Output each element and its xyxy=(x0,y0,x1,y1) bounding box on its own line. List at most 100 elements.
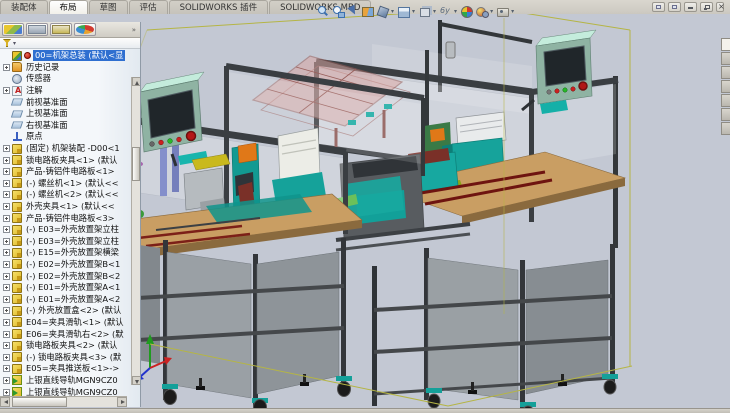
tree-row[interactable]: (-) 螺丝机<2> (默认<< xyxy=(0,189,140,201)
scroll-left-arrow[interactable] xyxy=(0,397,10,407)
featuremanager-tree-tab[interactable] xyxy=(2,23,24,36)
tree-row[interactable]: 00=机架总装 (默认<显 xyxy=(0,50,140,62)
expand-icon[interactable] xyxy=(3,226,10,233)
zoom-to-fit-icon[interactable] xyxy=(316,5,329,18)
task-pane-tab[interactable] xyxy=(721,94,730,107)
expand-icon[interactable] xyxy=(3,157,10,164)
panel-tabs-overflow[interactable]: » xyxy=(132,26,138,34)
expand-icon[interactable] xyxy=(3,64,10,71)
close-button[interactable] xyxy=(716,2,724,12)
tree-row[interactable]: 历史记录 xyxy=(0,62,140,74)
expand-icon[interactable] xyxy=(3,145,10,152)
horizontal-scroll-thumb[interactable] xyxy=(12,397,67,407)
minimize-button[interactable] xyxy=(684,2,697,12)
filter-caret-icon[interactable]: ▾ xyxy=(13,40,16,47)
dynamic-annotation-icon[interactable] xyxy=(376,5,389,18)
tree-row[interactable]: (-) E03=外壳放置架立柱 xyxy=(0,236,140,248)
expand-icon[interactable] xyxy=(3,377,10,384)
scroll-up-arrow[interactable] xyxy=(132,77,140,86)
tree-vertical-scrollbar[interactable] xyxy=(131,77,140,385)
command-tab[interactable]: 评估 xyxy=(129,0,168,14)
expand-icon[interactable] xyxy=(3,215,10,222)
expand-icon[interactable] xyxy=(3,249,10,256)
tree-row[interactable]: (-) E01=外壳放置架A<1 xyxy=(0,282,140,294)
expand-icon[interactable] xyxy=(3,284,10,291)
tree-row[interactable]: 锁电路板夹具<2> (默认 xyxy=(0,340,140,352)
tree-row[interactable]: 原点 xyxy=(0,131,140,143)
vertical-scroll-thumb[interactable] xyxy=(132,147,140,181)
dropdown-caret-icon[interactable]: ▾ xyxy=(391,5,394,18)
expand-icon[interactable] xyxy=(3,87,10,94)
dropdown-caret-icon[interactable]: ▾ xyxy=(433,5,436,18)
task-pane-tab[interactable] xyxy=(721,80,730,93)
expand-icon[interactable] xyxy=(3,238,10,245)
property-manager-tab[interactable] xyxy=(26,23,48,36)
edit-appearance-icon[interactable] xyxy=(460,5,473,18)
tree-row[interactable]: E04=夹具滑轨<1> (默认 xyxy=(0,317,140,329)
expand-icon[interactable] xyxy=(3,273,10,280)
scroll-right-arrow[interactable] xyxy=(117,397,127,407)
expand-icon[interactable] xyxy=(3,389,10,396)
doc-window-button-1[interactable] xyxy=(652,2,665,12)
view-settings-icon[interactable] xyxy=(496,5,509,18)
expand-icon[interactable] xyxy=(3,331,10,338)
display-manager-tab[interactable] xyxy=(74,23,96,36)
dropdown-caret-icon[interactable]: ▾ xyxy=(454,5,457,18)
tree-row[interactable]: 锁电路板夹具<1> (默认 xyxy=(0,154,140,166)
tree-row[interactable]: (-) E15=外壳放置架横梁 xyxy=(0,247,140,259)
expand-icon[interactable] xyxy=(3,296,10,303)
expand-icon[interactable] xyxy=(3,365,10,372)
command-tab[interactable]: 布局 xyxy=(49,0,88,14)
configuration-manager-tab[interactable] xyxy=(50,23,72,36)
command-tab[interactable]: 草图 xyxy=(89,0,128,14)
tree-row[interactable]: 注解 xyxy=(0,85,140,97)
tree-row[interactable]: (-) 锁电路板夹具<3> (默 xyxy=(0,351,140,363)
expand-icon[interactable] xyxy=(3,319,10,326)
command-tab[interactable]: 装配体 xyxy=(0,0,48,14)
tree-row[interactable]: 前视基准面 xyxy=(0,96,140,108)
restore-button[interactable] xyxy=(700,2,713,12)
dropdown-caret-icon[interactable]: ▾ xyxy=(412,5,415,18)
tree-row[interactable]: E06=夹具滑轨右<2> (默 xyxy=(0,328,140,340)
tree-row[interactable]: (固定) 机架装配 -D00<1 xyxy=(0,143,140,155)
dropdown-caret-icon[interactable]: ▾ xyxy=(511,5,514,18)
task-pane-tab[interactable] xyxy=(721,108,730,121)
tree-row[interactable]: 外壳夹具<1> (默认<< xyxy=(0,201,140,213)
tree-row[interactable]: E05=夹具推送板<1>-> xyxy=(0,363,140,375)
display-style-icon[interactable] xyxy=(418,5,431,18)
task-pane-tab[interactable] xyxy=(721,122,730,135)
expand-icon[interactable] xyxy=(3,203,10,210)
tree-row[interactable]: 上视基准面 xyxy=(0,108,140,120)
hide-show-items-icon[interactable] xyxy=(439,5,452,18)
previous-view-icon[interactable] xyxy=(346,5,359,18)
tree-row[interactable]: (-) E02=外壳放置架B<1 xyxy=(0,259,140,271)
tree-row[interactable]: 产品-铸铝件电路板<3> xyxy=(0,212,140,224)
expand-icon[interactable] xyxy=(3,354,10,361)
view-orientation-icon[interactable] xyxy=(397,5,410,18)
expand-icon[interactable] xyxy=(3,261,10,268)
tree-row[interactable]: (-) E02=外壳放置架B<2 xyxy=(0,270,140,282)
task-pane-tab[interactable] xyxy=(721,66,730,79)
section-view-icon[interactable] xyxy=(361,5,374,18)
tree-row[interactable]: (-) E03=外壳放置架立柱 xyxy=(0,224,140,236)
filter-funnel-icon[interactable] xyxy=(3,39,11,47)
tree-row[interactable]: 传感器 xyxy=(0,73,140,85)
tree-row[interactable]: (-) 外壳放置盒<2> (默认 xyxy=(0,305,140,317)
tree-row[interactable]: 右视基准面 xyxy=(0,120,140,132)
tree-horizontal-scrollbar[interactable] xyxy=(0,396,127,407)
tree-row[interactable]: (-) E01=外壳放置架A<2 xyxy=(0,293,140,305)
expand-icon[interactable] xyxy=(3,307,10,314)
command-tab[interactable]: SOLIDWORKS 插件 xyxy=(169,0,269,14)
task-pane-tab[interactable] xyxy=(721,38,730,51)
doc-window-button-2[interactable] xyxy=(668,2,681,12)
tree-row[interactable]: 上银直线导轨MGN9CZ0 xyxy=(0,375,140,387)
expand-icon[interactable] xyxy=(3,180,10,187)
task-pane-tab[interactable] xyxy=(721,52,730,65)
expand-icon[interactable] xyxy=(3,342,10,349)
expand-icon[interactable] xyxy=(3,191,10,198)
scroll-down-arrow[interactable] xyxy=(132,376,140,385)
tree-row[interactable]: 上银直线导轨MGN9CZ0 xyxy=(0,386,140,396)
tree-filter-row[interactable]: ▾ xyxy=(0,38,140,49)
zoom-to-area-icon[interactable] xyxy=(331,5,344,18)
apply-scene-icon[interactable] xyxy=(475,5,488,18)
